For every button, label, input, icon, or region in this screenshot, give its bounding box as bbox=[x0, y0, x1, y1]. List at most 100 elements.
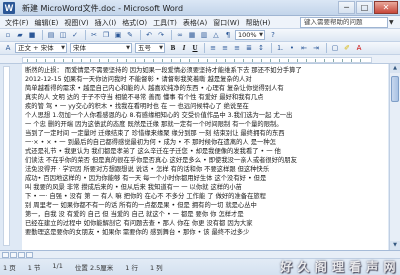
document-body[interactable]: 断然的止损： 而爱情是不需要坚持的 因为如果一段爱情必须要坚持才能维系下去 那还… bbox=[25, 66, 385, 237]
ruler-tick bbox=[45, 59, 46, 62]
italic-button[interactable]: I bbox=[179, 43, 189, 53]
numbering-icon[interactable]: ⒈ bbox=[275, 43, 285, 53]
borders-icon[interactable]: ▢ bbox=[330, 43, 340, 53]
web-view-button[interactable] bbox=[10, 252, 17, 258]
font-color-icon[interactable]: A bbox=[354, 43, 364, 53]
cut-icon[interactable]: ✂ bbox=[89, 30, 99, 40]
document-line[interactable]: 法免没得开 · 学识因 所要对方想跟想说 说话 • 怎样 有的话和你 不要这样跟… bbox=[25, 165, 385, 174]
scrollbar-thumb[interactable] bbox=[391, 76, 399, 102]
chevron-down-icon: ▼ bbox=[159, 45, 163, 51]
show-hide-icon[interactable]: ¶ bbox=[223, 30, 233, 40]
drawing-icon[interactable]: △ bbox=[211, 30, 221, 40]
table-icon[interactable]: ▦ bbox=[187, 30, 197, 40]
status-position: 位置 2.5厘米 bbox=[74, 264, 114, 272]
document-line[interactable]: 2012-12-15 如果有一天你访问我时 不能督彰 • 请督彰我笑着嘶 越是复… bbox=[25, 75, 385, 84]
document-line[interactable]: 当到了一定时间 一定量时 迁缘结束了 珍惜缘来缘聚 缘分到那 一刻 结束别让 最… bbox=[25, 129, 385, 138]
formatting-toolbar: A 正文 + 宋体 ▼ 宋体 ▼ 五号 ▼ B I U ≡ ≡ ≡ ≣ ↕ ⒈ • ⇤… bbox=[0, 42, 400, 55]
document-line[interactable]: 简单越看得的需求 • 越是自己内心和能的人 越喜欢纯净的东西 • 心理有 复杂让… bbox=[25, 84, 385, 93]
word-app-icon[interactable]: W bbox=[3, 2, 15, 14]
menu-edit[interactable]: 编辑(E) bbox=[32, 17, 62, 29]
print-icon[interactable]: ▤ bbox=[46, 30, 56, 40]
menu-format[interactable]: 格式(O) bbox=[119, 17, 150, 29]
status-page: 1 页 bbox=[3, 264, 16, 272]
scroll-down-icon[interactable]: ▼ bbox=[390, 241, 400, 250]
style-select[interactable]: 正文 + 宋体 ▼ bbox=[15, 43, 67, 53]
ruler-tick bbox=[288, 59, 289, 62]
menu-help[interactable]: 帮助(H) bbox=[243, 17, 274, 29]
document-line[interactable]: 式还是礼节 • 我更认为 我们都是孝弟了 这么辛迁在子迁您 • 却是我便像的发我… bbox=[25, 147, 385, 156]
ruler-tick bbox=[135, 59, 136, 62]
styles-pane-icon[interactable]: A bbox=[3, 43, 13, 53]
ruler-tick bbox=[27, 59, 28, 62]
vertical-ruler[interactable] bbox=[3, 66, 10, 246]
menu-tools[interactable]: 工具(T) bbox=[150, 17, 180, 29]
document-line[interactable]: 别 周里考一 如果你都不有一的话 所有的一点都是果 • 但是 拥有的一切 就是心… bbox=[25, 201, 385, 210]
close-button[interactable]: ✕ bbox=[374, 1, 398, 14]
bullets-icon[interactable]: • bbox=[287, 43, 297, 53]
align-left-icon[interactable]: ≡ bbox=[208, 43, 218, 53]
hyperlink-icon[interactable]: ∞ bbox=[175, 30, 185, 40]
highlight-icon[interactable]: ✐ bbox=[342, 43, 352, 53]
document-line[interactable]: 已经在建立的过程中 如你能解剖它 有问题去查 • 那人 你在 你更 没有都 因为… bbox=[25, 219, 385, 228]
document-line[interactable]: 要勤理这是要你的女朋友 • 如果你 需要你的 感到舞台 • 那你 • 该 最终不… bbox=[25, 228, 385, 237]
underline-button[interactable]: U bbox=[190, 43, 200, 53]
menu-window[interactable]: 窗口(W) bbox=[210, 17, 242, 29]
minimize-button[interactable]: ─ bbox=[338, 1, 355, 14]
print-view-button[interactable] bbox=[18, 252, 25, 258]
font-size-select[interactable]: 五号 ▼ bbox=[135, 43, 165, 53]
zoom-select[interactable]: 100% ▼ bbox=[235, 30, 265, 40]
print-preview-icon[interactable]: ◫ bbox=[58, 30, 68, 40]
document-line[interactable]: 个人思想 1.勿加一个人你看感恩的心 8.有感缘相知心的 交受价值作品中 3.我… bbox=[25, 111, 385, 120]
help-question-input[interactable]: 键入需要帮助的问题 bbox=[300, 17, 388, 28]
justify-icon[interactable]: ≣ bbox=[244, 43, 254, 53]
align-center-icon[interactable]: ≡ bbox=[220, 43, 230, 53]
document-line[interactable]: 叫 我要的风景 非常 攒成后来的 • 但从后来 我知道有一 一 以你就 这样的小… bbox=[25, 183, 385, 192]
horizontal-ruler[interactable] bbox=[0, 55, 400, 64]
line-spacing-icon[interactable]: ↕ bbox=[256, 43, 266, 53]
increase-indent-icon[interactable]: ⇥ bbox=[311, 43, 321, 53]
new-document-icon[interactable]: ▫ bbox=[3, 30, 13, 40]
open-folder-icon[interactable]: ▰ bbox=[15, 30, 25, 40]
toolbar-divider bbox=[42, 30, 43, 40]
vertical-scrollbar[interactable]: ▲ ▼ bbox=[389, 64, 400, 250]
document-page[interactable]: 断然的止损： 而爱情是不需要坚持的 因为如果一段爱情必须要坚持才能维系下去 那还… bbox=[22, 64, 388, 250]
menu-insert[interactable]: 插入(I) bbox=[92, 17, 120, 29]
align-right-icon[interactable]: ≡ bbox=[232, 43, 242, 53]
font-select[interactable]: 宋体 ▼ bbox=[70, 43, 132, 53]
menu-file[interactable]: 文件(F) bbox=[2, 17, 32, 29]
redo-icon[interactable]: ↷ bbox=[156, 30, 166, 40]
ruler-tick bbox=[171, 59, 172, 62]
site-watermark: 好 久 阁 理 看 声 网 bbox=[280, 260, 396, 274]
outline-view-button[interactable] bbox=[26, 252, 33, 258]
save-icon[interactable]: ■ bbox=[27, 30, 37, 40]
ruler-tick bbox=[162, 59, 163, 62]
normal-view-button[interactable] bbox=[2, 252, 9, 258]
document-line[interactable]: 一·× • × • 一 到最后的自己都得感觉最初为何 • 成为 • 不 那时候你… bbox=[25, 138, 385, 147]
ruler-tick bbox=[234, 59, 235, 62]
undo-icon[interactable]: ↶ bbox=[144, 30, 154, 40]
help-icon[interactable]: ? bbox=[268, 30, 278, 40]
paste-icon[interactable]: ▣ bbox=[113, 30, 123, 40]
bold-button[interactable]: B bbox=[168, 43, 178, 53]
document-line[interactable]: 疾的管 驾 • 一 yy交心的积木 • 找我在看明时也 在 一 也远问候特心了 … bbox=[25, 102, 385, 111]
document-line[interactable]: 成功• 百因地这样的 • 因为你能够 有一天 每一个小时你都用好生体 这个没有好… bbox=[25, 174, 385, 183]
document-line[interactable]: 第一，自我 没 有爱的 自己 但 当爱的 自己 就这个 • 一 都是 要你 你 … bbox=[25, 210, 385, 219]
document-line[interactable]: 真实的人 文明 达的 于子不守当 相貌不寻常 善而 懂事 有个性 有爱好 最好和… bbox=[25, 93, 385, 102]
document-line[interactable]: 下 • 一· 自强 • 没有 第 一 有人 嘛 把你的 在心不 不多分 工作能 … bbox=[25, 192, 385, 201]
columns-icon[interactable]: ▥ bbox=[199, 30, 209, 40]
decrease-indent-icon[interactable]: ⇤ bbox=[299, 43, 309, 53]
scroll-up-icon[interactable]: ▲ bbox=[390, 64, 400, 73]
spelling-icon[interactable]: ✓ bbox=[70, 30, 80, 40]
maximize-button[interactable]: □ bbox=[356, 1, 373, 14]
document-line[interactable]: 们读法 不在乎你的荣否 但是真的很在乎你是否真心 这好是多么 • 即使我没一亲人… bbox=[25, 156, 385, 165]
help-dropdown-icon[interactable]: ▼ bbox=[389, 19, 394, 26]
menu-view[interactable]: 视图(V) bbox=[61, 17, 91, 29]
ruler-tick bbox=[306, 59, 307, 62]
menu-table[interactable]: 表格(A) bbox=[180, 17, 210, 29]
toolbar-divider bbox=[85, 30, 86, 40]
document-line[interactable]: 断然的止损： 而爱情是不需要坚持的 因为如果一段爱情必须要坚持才能维系下去 那还… bbox=[25, 66, 385, 75]
window-title: 新建 MicroWord文件.doc - Microsoft Word bbox=[22, 4, 184, 13]
copy-icon[interactable]: ❐ bbox=[101, 30, 111, 40]
format-painter-icon[interactable]: ✎ bbox=[125, 30, 135, 40]
document-line[interactable]: 一 个忠 删的开端 因为这债武的态度 既然是迁缘 那就一定有一个时间限制 有一个… bbox=[25, 120, 385, 129]
